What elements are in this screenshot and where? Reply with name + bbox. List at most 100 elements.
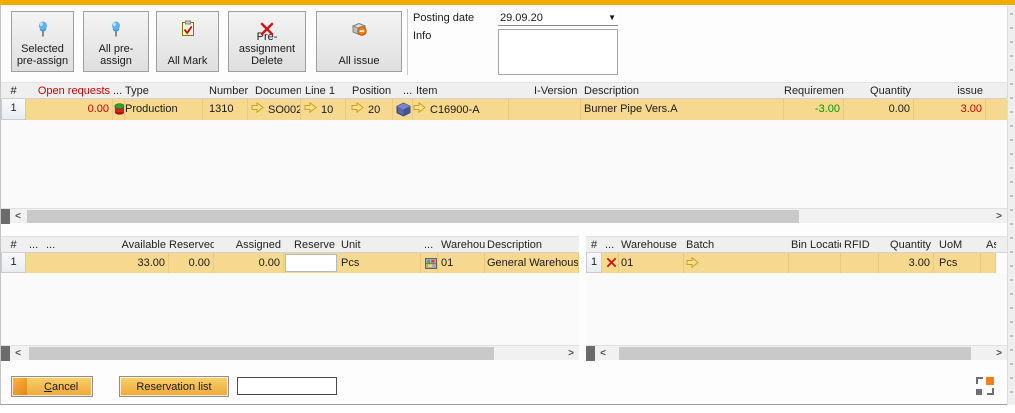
position-value: 20 — [368, 100, 380, 120]
selected-pre-assign-button[interactable]: Selected pre-assign — [11, 11, 74, 72]
as-value — [981, 253, 996, 273]
pin-icon — [84, 20, 148, 38]
stock-table-header: # ... ... Available Reserved Assigned Re… — [1, 236, 579, 253]
col-header-batch: Batch — [684, 237, 789, 253]
scroll-left-icon[interactable]: < — [11, 346, 25, 361]
col-header-available: Available — [63, 237, 169, 253]
number-value: 1310 — [203, 99, 248, 120]
scrollbar-thumb[interactable] — [27, 210, 799, 223]
col-header-issue: issue — [914, 83, 986, 99]
i-version-value — [534, 99, 581, 120]
col-header-dots: ... — [602, 237, 619, 253]
link-arrow-icon[interactable] — [351, 100, 364, 120]
reservation-list-button-label: Reservation list — [136, 381, 211, 393]
resize-handle-icon[interactable] — [976, 377, 994, 395]
col-header-warehouse: Warehouse — [438, 237, 485, 253]
main-table-empty-area — [1, 120, 1007, 208]
scroll-left-icon[interactable]: < — [11, 209, 25, 224]
col-header-item: Item — [413, 83, 509, 99]
info-textarea[interactable] — [498, 29, 618, 75]
col-header-description: Description — [581, 83, 784, 99]
delete-x-icon[interactable] — [602, 253, 619, 273]
batch-link-arrow-icon[interactable] — [684, 253, 789, 273]
col-header-quantity: Quantity — [879, 237, 934, 253]
splitter-grip[interactable] — [1, 209, 10, 224]
assigned-quantity: 3.00 — [879, 253, 934, 273]
link-arrow-icon[interactable] — [251, 100, 264, 120]
main-table-row[interactable]: 1 0.00 Production 1310 SO0026 10 20 — [1, 99, 1007, 120]
col-header-num: # — [1, 237, 26, 253]
available-value: 33.00 — [63, 253, 169, 273]
splitter-grip[interactable] — [1, 346, 10, 361]
main-table-header: # Open requests ... Type Number Document… — [1, 82, 1007, 99]
col-header-reserved: Reserved — [169, 237, 214, 253]
stock-table-hscrollbar[interactable]: < > — [1, 345, 579, 360]
scrollbar-thumb[interactable] — [29, 347, 494, 360]
col-header-as: As — [981, 237, 996, 253]
all-mark-button[interactable]: All Mark — [156, 11, 219, 72]
col-header-bin-location: Bin Location — [789, 237, 841, 253]
uom-value: Pcs — [934, 253, 981, 273]
scroll-right-icon[interactable]: > — [564, 346, 578, 361]
scroll-right-icon[interactable]: > — [992, 209, 1006, 224]
pin-icon — [12, 20, 73, 38]
splitter-grip[interactable] — [586, 346, 595, 361]
pre-assignment-delete-button[interactable]: Pre-assignment Delete — [228, 11, 306, 72]
reservation-window: Selected pre-assign All pre-assign All M… — [0, 0, 1015, 413]
col-header-i-version: I-Version — [534, 83, 581, 99]
link-arrow-icon[interactable] — [413, 100, 426, 120]
item-value: C16900-A — [430, 100, 480, 120]
reserved-value: 0.00 — [169, 253, 214, 273]
type-value: Production — [125, 99, 203, 120]
col-header-dots: ... — [44, 237, 63, 253]
row-number: 1 — [1, 253, 26, 273]
col-header-uom: UoM — [934, 237, 981, 253]
assigned-value: 0.00 — [214, 253, 284, 273]
delete-x-icon — [229, 20, 305, 38]
col-header-dots: ... — [113, 83, 125, 99]
window-body: Selected pre-assign All pre-assign All M… — [0, 5, 1014, 405]
warehouse-crate-icon — [421, 253, 438, 273]
posting-date-select[interactable]: 29.09.20 ▼ — [498, 10, 618, 26]
toolbar-divider — [407, 9, 408, 75]
assignment-table-empty-area — [586, 273, 1007, 345]
warehouse-code: 01 — [438, 253, 485, 273]
stock-table-row[interactable]: 1 33.00 0.00 0.00 Pcs 01 General Warehou… — [1, 253, 579, 273]
col-header-quantity: Quantity — [844, 83, 914, 99]
checklist-icon — [157, 20, 218, 38]
quantity-value: 0.00 — [844, 99, 914, 120]
all-issue-button[interactable]: All issue — [316, 11, 402, 72]
rfid-value — [841, 253, 879, 273]
cancel-button[interactable]: Cancel — [11, 376, 93, 397]
item-cube-icon — [393, 99, 413, 120]
assignment-table-row[interactable]: 1 01 3.00 Pcs — [586, 253, 1007, 273]
col-header-document: Document — [248, 83, 301, 99]
default-button-accent — [13, 378, 27, 395]
link-arrow-icon[interactable] — [304, 100, 317, 120]
scroll-left-icon[interactable]: < — [596, 346, 610, 361]
reserve-quantity-input[interactable] — [285, 254, 337, 272]
all-pre-assign-button[interactable]: All pre-assign — [83, 11, 149, 72]
scroll-right-icon[interactable]: > — [992, 346, 1006, 361]
description-value: Burner Pipe Vers.A — [581, 99, 784, 120]
main-table-hscrollbar[interactable]: < > — [1, 208, 1007, 223]
col-header-reserve: Reserve — [284, 237, 338, 253]
assignment-table-hscrollbar[interactable]: < > — [586, 345, 1007, 360]
col-header-warehouse: Warehouse — [619, 237, 684, 253]
bin-location-value — [789, 253, 841, 273]
assignment-table-header: # ... Warehouse Batch Bin Location RFID … — [586, 236, 1007, 253]
col-header-dots: ... — [421, 237, 438, 253]
col-header-description: Description — [485, 237, 579, 253]
toolbar-button-label: All pre-assign — [86, 43, 146, 67]
reservation-list-button[interactable]: Reservation list — [119, 376, 229, 397]
cancel-button-label: Cancel — [44, 381, 78, 393]
row-number: 1 — [586, 253, 602, 273]
col-header-number: Number — [203, 83, 248, 99]
scrollbar-thumb[interactable] — [619, 347, 971, 360]
footer-input[interactable] — [237, 377, 337, 395]
posting-date-label: Posting date — [413, 12, 474, 24]
col-header-requirement: Requirement — [784, 83, 844, 99]
requirement-value: -3.00 — [784, 99, 844, 120]
col-header-unit: Unit — [338, 237, 421, 253]
dropdown-caret-icon: ▼ — [608, 13, 616, 22]
